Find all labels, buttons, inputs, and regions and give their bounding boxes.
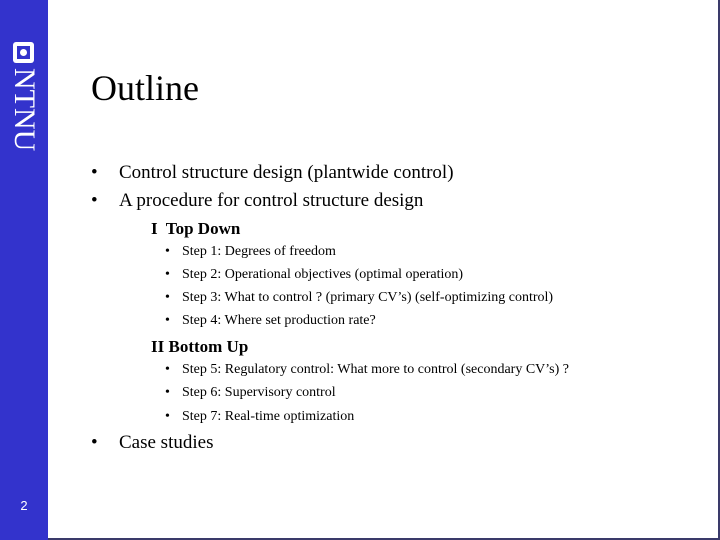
slide: NTNU 2 Outline • Control structure design… <box>0 0 720 540</box>
bullet-icon: • <box>165 362 170 377</box>
list-item: • Control structure design (plantwide con… <box>91 162 454 183</box>
list-item: • Case studies <box>91 432 214 453</box>
list-item: • Step 2: Operational objectives (optimal… <box>165 265 463 285</box>
list-item: • Step 7: Real-time optimization <box>165 407 354 427</box>
slide-title: Outline <box>91 68 199 108</box>
bullet-icon: • <box>165 244 170 259</box>
section-heading: II Bottom Up <box>151 337 249 356</box>
bullet-icon: • <box>165 385 170 400</box>
ntnu-logo-icon <box>13 42 34 63</box>
bullet-icon: • <box>91 190 98 211</box>
section-heading: I Top Down <box>151 219 241 238</box>
bullet-icon: • <box>165 313 170 328</box>
list-item: • Step 3: What to control ? (primary CV’s… <box>165 288 553 308</box>
list-item: • A procedure for control structure desig… <box>91 190 424 211</box>
bullet-icon: • <box>165 290 170 305</box>
list-item: • Step 6: Supervisory control <box>165 383 336 403</box>
bullet-icon: • <box>91 432 98 453</box>
list-item: • Step 1: Degrees of freedom <box>165 242 336 262</box>
bullet-icon: • <box>165 409 170 424</box>
bullet-icon: • <box>91 162 98 183</box>
list-item: • Step 4: Where set production rate? <box>165 311 376 331</box>
page-number: 2 <box>20 498 28 513</box>
sidebar: NTNU 2 <box>0 0 48 540</box>
bullet-icon: • <box>165 267 170 282</box>
ntnu-logo-text: NTNU <box>8 68 41 152</box>
list-item: • Step 5: Regulatory control: What more t… <box>165 360 569 380</box>
